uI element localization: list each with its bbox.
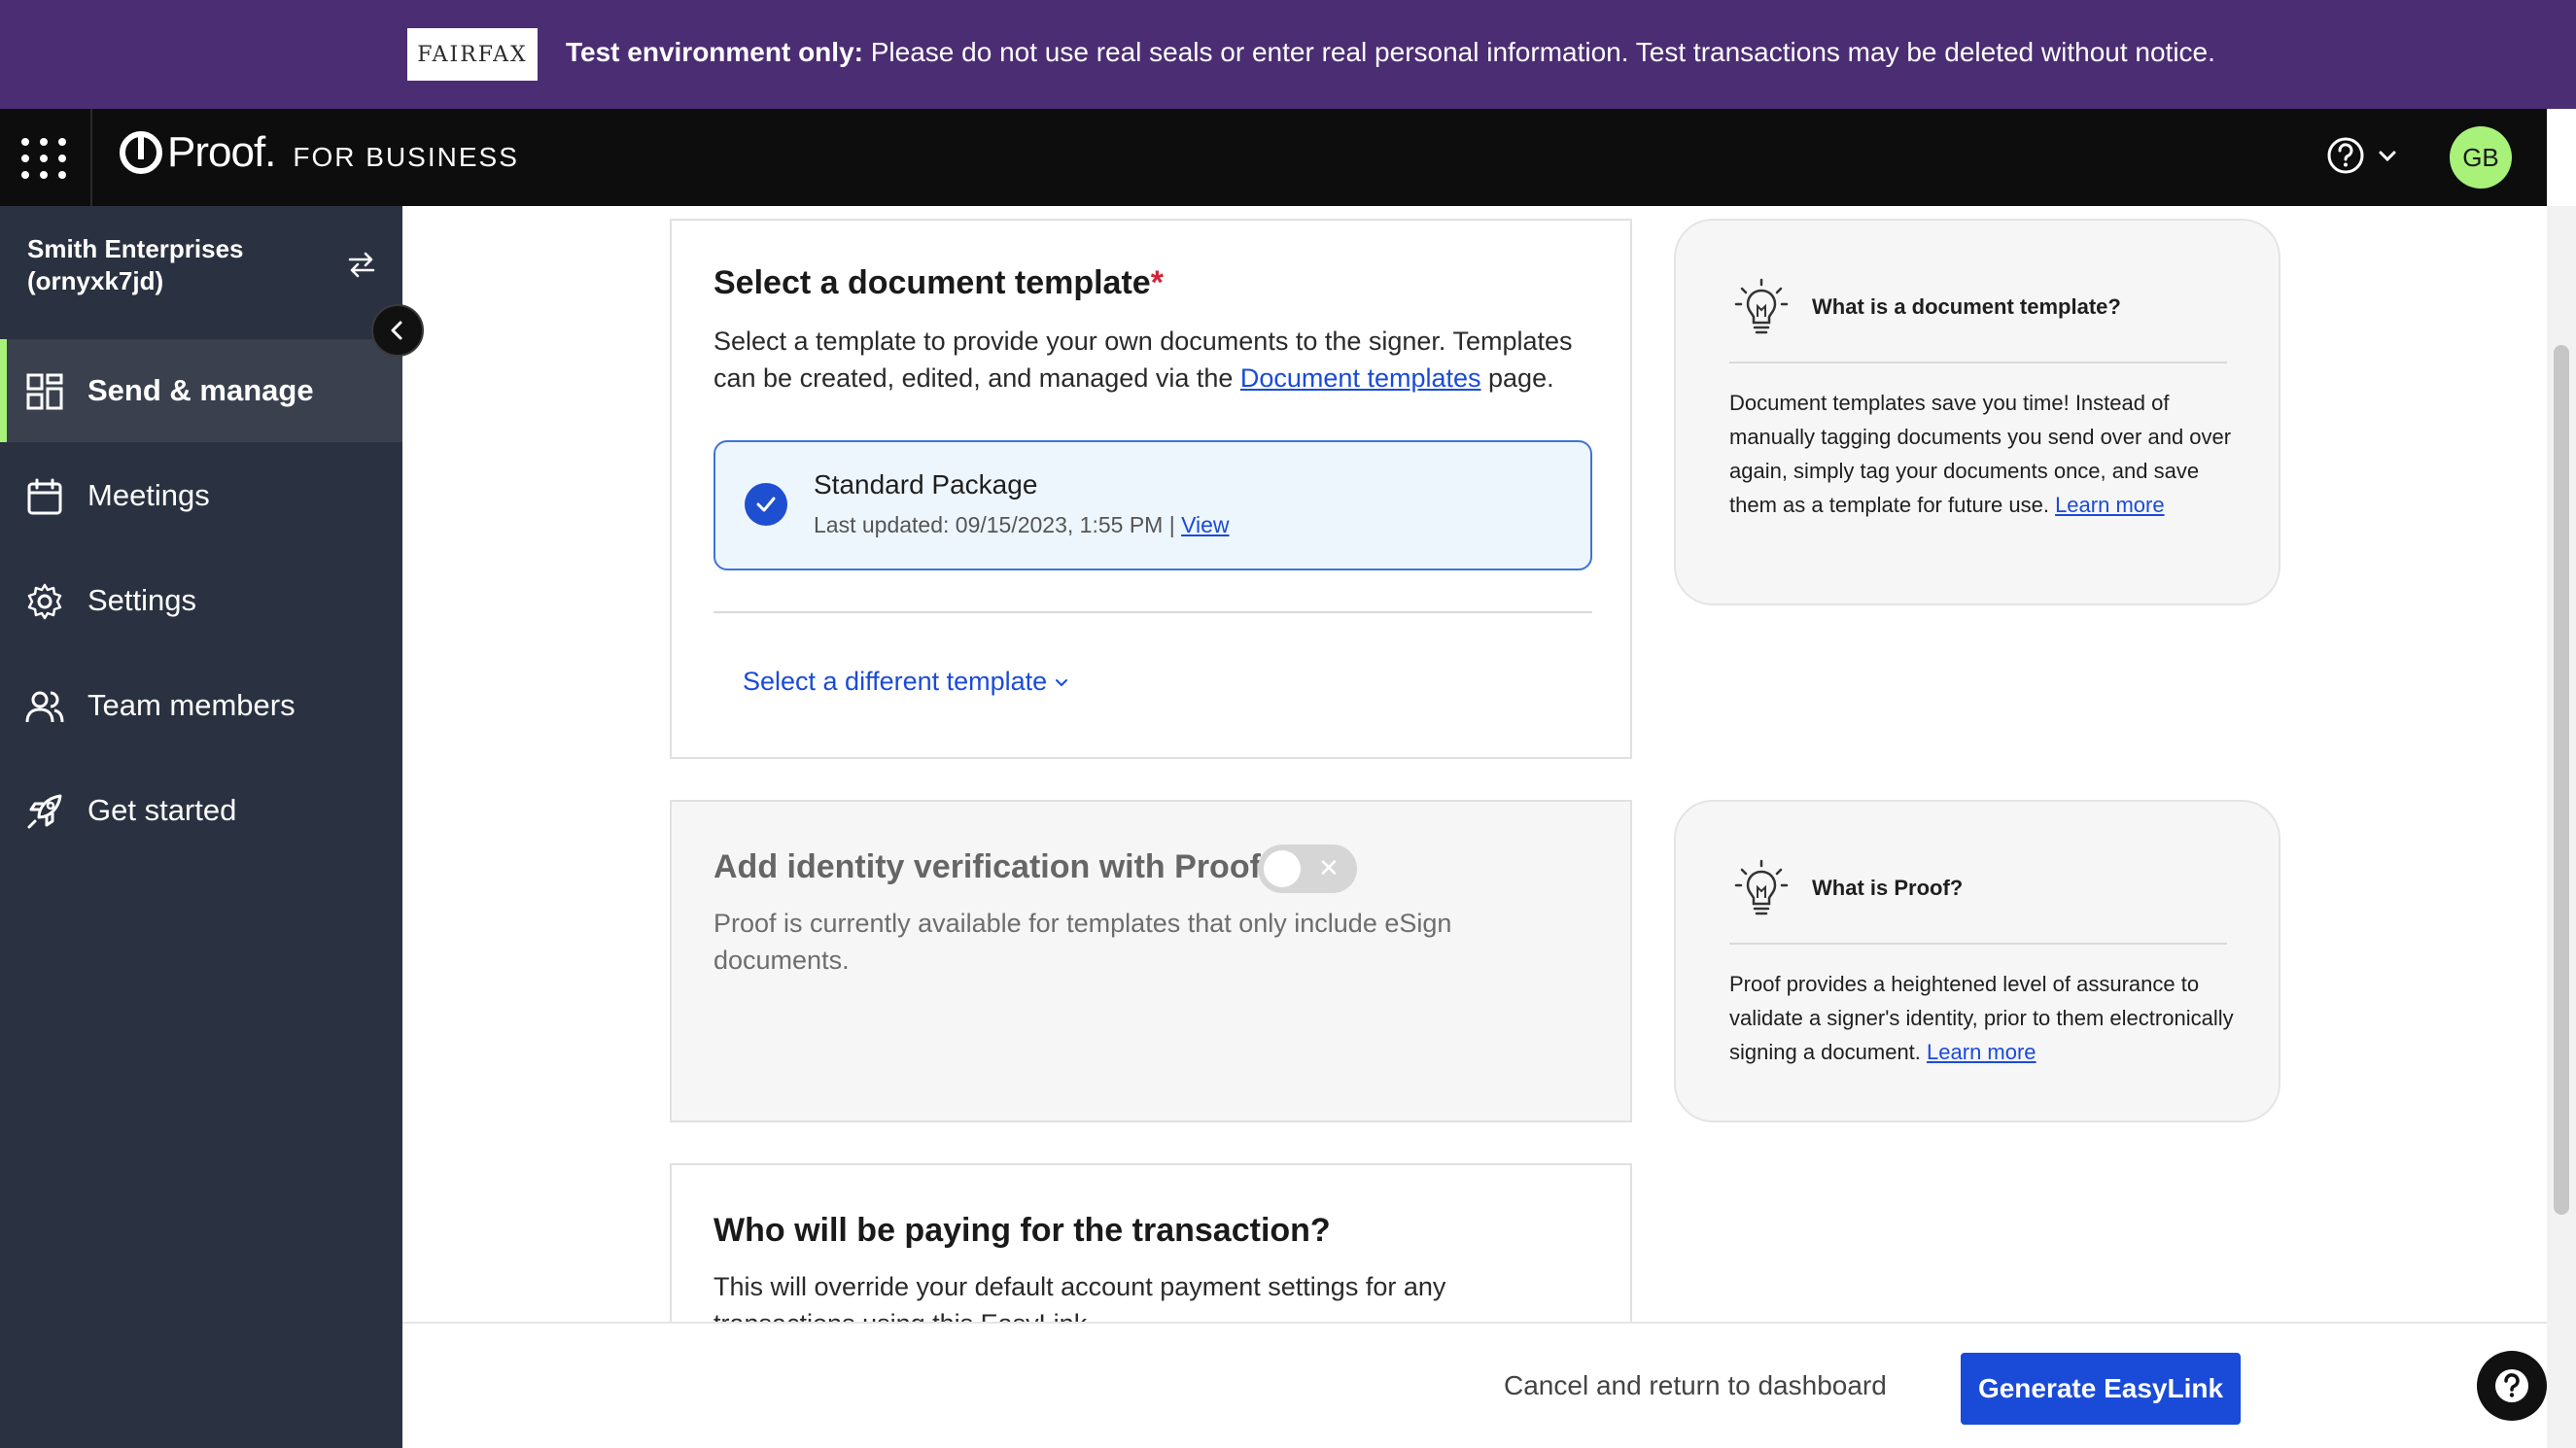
grid-dot-icon [58, 171, 66, 179]
info-card-document-template: What is a document template? Document te… [1674, 219, 2280, 605]
cancel-button[interactable]: Cancel and return to dashboard [1504, 1370, 1887, 1401]
view-template-link[interactable]: View [1181, 512, 1229, 537]
support-help-button[interactable] [2477, 1351, 2547, 1421]
check-icon [756, 497, 776, 512]
switch-organization-icon[interactable] [346, 249, 377, 280]
banner-bold-text: Test environment only: [566, 37, 863, 67]
grid-dot-icon [40, 171, 48, 179]
banner-message: Test environment only: Please do not use… [566, 37, 2215, 68]
template-meta: Last updated: 09/15/2023, 1:55 PM | View [814, 512, 1230, 538]
grid-dot-icon [21, 138, 29, 146]
top-navigation: Proof. FOR BUSINESS GB [0, 109, 2547, 206]
help-menu-button[interactable] [2326, 136, 2398, 175]
user-avatar[interactable]: GB [2450, 126, 2512, 189]
template-section-description: Select a template to provide your own do… [714, 323, 1618, 396]
sidebar-item-label: Settings [87, 583, 197, 617]
template-last-updated: Last updated: 09/15/2023, 1:55 PM | [814, 512, 1182, 537]
section-divider [714, 611, 1592, 613]
chevron-down-icon [1056, 678, 1068, 686]
identity-section-description: Proof is currently available for templat… [714, 909, 1452, 975]
close-icon: ✕ [1318, 853, 1340, 882]
chevron-down-icon [2379, 151, 2396, 162]
grid-dot-icon [58, 138, 66, 146]
organization-name: Smith Enterprises (ornyxk7jd) [27, 233, 319, 297]
template-section-title: Select a document template* [714, 264, 1164, 302]
rocket-icon [27, 794, 62, 829]
sidebar: Smith Enterprises (ornyxk7jd) Send & man… [0, 206, 402, 1448]
sidebar-item-settings[interactable]: Settings [0, 549, 402, 652]
test-environment-banner: FAIRFAX Test environment only: Please do… [0, 0, 2576, 109]
proof-brand-logo[interactable]: Proof. FOR BUSINESS [119, 128, 519, 177]
collapse-sidebar-button[interactable] [371, 304, 424, 357]
checkmark-icon [745, 483, 787, 526]
brand-subtitle: FOR BUSINESS [293, 142, 519, 172]
identity-section-title: Add identity verification with Proof [714, 848, 1261, 885]
team-icon [25, 691, 64, 723]
select-different-template-button[interactable]: Select a different template [743, 667, 1070, 697]
info-card-divider [1729, 362, 2227, 363]
grid-dot-icon [21, 155, 29, 162]
proof-logo-icon [120, 131, 162, 174]
selected-template-option[interactable]: Standard Package Last updated: 09/15/202… [714, 440, 1592, 570]
template-title-text: Select a document template [714, 264, 1151, 301]
info-card-title: What is a document template? [1812, 294, 2121, 319]
grid-dot-icon [40, 155, 48, 162]
sidebar-item-send-manage[interactable]: Send & manage [0, 339, 402, 442]
lightbulb-icon [1734, 859, 1789, 915]
scrollbar-thumb[interactable] [2554, 345, 2569, 1215]
sidebar-item-label: Team members [87, 688, 296, 722]
template-desc-after: page. [1480, 363, 1554, 393]
gear-icon [27, 583, 62, 620]
fairfax-logo: FAIRFAX [407, 28, 538, 81]
info-card-body: Document templates save you time! Instea… [1729, 386, 2235, 522]
nav-divider [90, 109, 92, 206]
dashboard-icon [26, 373, 63, 410]
document-template-card: Select a document template* Select a tem… [670, 219, 1632, 759]
calendar-icon [27, 478, 62, 515]
payment-section-title: Who will be paying for the transaction? [714, 1212, 1331, 1249]
sidebar-item-meetings[interactable]: Meetings [0, 444, 402, 547]
learn-more-link[interactable]: Learn more [1927, 1040, 2036, 1064]
grid-dot-icon [40, 138, 48, 146]
learn-more-link[interactable]: Learn more [2055, 493, 2165, 517]
identity-verification-card: Add identity verification with Proof ✕ P… [670, 800, 1632, 1122]
document-templates-link[interactable]: Document templates [1240, 363, 1481, 393]
brand-name: Proof. [167, 128, 276, 176]
sidebar-item-team-members[interactable]: Team members [0, 654, 402, 757]
sidebar-item-get-started[interactable]: Get started [0, 759, 402, 862]
org-id-text: (ornyxk7jd) [27, 266, 164, 295]
sidebar-item-label: Get started [87, 793, 237, 827]
grid-dot-icon [58, 155, 66, 162]
grid-dot-icon [21, 171, 29, 179]
info-card-divider [1729, 943, 2227, 945]
required-mark: * [1150, 264, 1164, 301]
identity-verification-toggle[interactable]: ✕ [1258, 845, 1357, 893]
org-name-text: Smith Enterprises [27, 234, 244, 263]
banner-message-text: Please do not use real seals or enter re… [862, 37, 2215, 67]
help-circle-icon [2327, 137, 2364, 174]
app-switcher-button[interactable] [17, 136, 72, 181]
toggle-knob [1264, 850, 1301, 887]
info-card-proof: What is Proof? Proof provides a heighten… [1674, 800, 2280, 1122]
footer-action-bar: Cancel and return to dashboard Generate … [402, 1322, 2547, 1448]
help-circle-icon [2495, 1369, 2528, 1402]
template-name: Standard Package [814, 469, 1038, 500]
info-card-title: What is Proof? [1812, 876, 1964, 900]
info-card-body: Proof provides a heightened level of ass… [1729, 967, 2235, 1069]
generate-easylink-button[interactable]: Generate EasyLink [1961, 1353, 2241, 1425]
sidebar-item-label: Meetings [87, 478, 210, 512]
select-different-template-label: Select a different template [743, 667, 1048, 696]
lightbulb-icon [1734, 278, 1789, 334]
sidebar-item-label: Send & manage [87, 373, 314, 407]
chevron-left-icon [391, 321, 402, 340]
